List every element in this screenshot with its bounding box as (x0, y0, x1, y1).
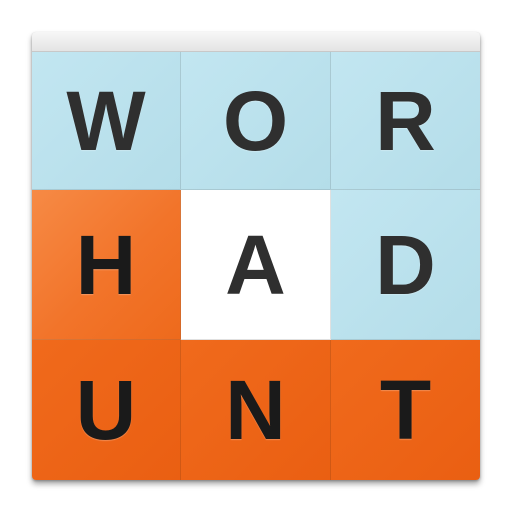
tile-row2-col1: H (32, 190, 181, 340)
tile-row1-col3: R (331, 52, 480, 190)
tile-row1-col2: O (181, 52, 331, 190)
icon-top-bevel (32, 32, 480, 52)
tile-row3-col1: U (32, 340, 181, 480)
tile-row1-col1: W (32, 52, 181, 190)
tile-letter: W (66, 73, 146, 168)
tile-letter: T (379, 363, 432, 457)
tile-row2-col3: D (331, 190, 480, 340)
tile-row3-col3: T (331, 340, 480, 480)
tile-letter: N (225, 363, 286, 457)
word-hunt-app-icon[interactable]: W O R H A D U N T (32, 32, 480, 480)
tile-letter: R (375, 73, 436, 168)
tile-letter: A (225, 217, 286, 312)
letter-grid: W O R H A D U N T (32, 52, 480, 480)
tile-row3-col2: N (181, 340, 331, 480)
tile-letter: U (75, 363, 137, 457)
tile-letter: O (222, 73, 289, 168)
tile-row2-col2: A (181, 190, 331, 340)
tile-letter: H (75, 217, 137, 312)
tile-letter: D (375, 217, 436, 312)
